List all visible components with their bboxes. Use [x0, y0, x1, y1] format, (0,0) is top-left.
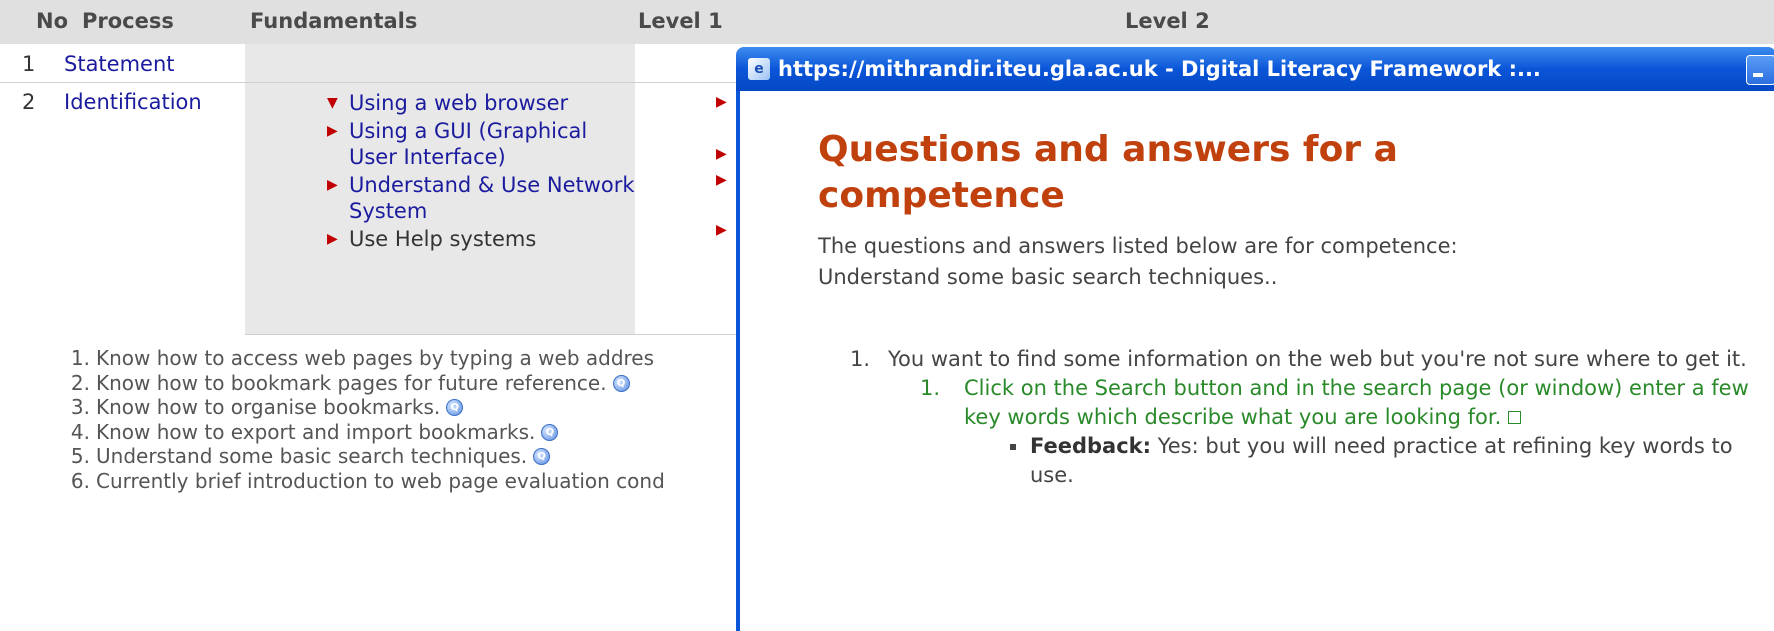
- collapsed-arrow-icon: ▶: [327, 123, 338, 139]
- question-list: 1. You want to find some information on …: [818, 345, 1768, 490]
- popup-title: https://mithrandir.iteu.gla.ac.uk - Digi…: [778, 57, 1541, 81]
- row-divider: [0, 82, 740, 83]
- question-icon[interactable]: Q: [446, 399, 464, 416]
- fundamental-item-web-browser[interactable]: ▼ Using a web browser: [325, 90, 635, 116]
- level1-arrow-icon[interactable]: ▶: [716, 222, 727, 238]
- bullet: [1010, 444, 1016, 450]
- fundamental-label: Use Help systems: [349, 227, 537, 251]
- level1-arrow-icon[interactable]: ▶: [716, 94, 727, 110]
- table-header: No Process Fundamentals Level 1 Level 2: [0, 0, 1774, 44]
- header-fundamentals: Fundamentals: [250, 9, 418, 33]
- question-item: 1. You want to find some information on …: [850, 347, 1747, 371]
- list-item: 4. Know how to export and import bookmark…: [50, 420, 750, 445]
- popup-titlebar[interactable]: e https://mithrandir.iteu.gla.ac.uk - Di…: [736, 47, 1774, 91]
- question-icon[interactable]: Q: [541, 423, 559, 441]
- list-item: 6. Currently brief introduction to web pa…: [70, 468, 665, 493]
- level1-arrow-icon[interactable]: ▶: [716, 146, 727, 162]
- fundamental-item-gui[interactable]: ▶ Using a GUI (Graphical User Interface): [325, 118, 635, 170]
- row-1-process-link[interactable]: Statement: [64, 52, 175, 76]
- header-level-1: Level 1: [638, 9, 723, 33]
- minimize-button[interactable]: [1746, 55, 1774, 85]
- row-2-process-link[interactable]: Identification: [64, 90, 202, 114]
- header-no: No: [36, 9, 69, 33]
- feedback-item: Feedback: Yes: but you will need practic…: [818, 432, 1768, 490]
- fundamental-item-help[interactable]: ▶ Use Help systems: [325, 226, 635, 252]
- competence-list: 1. Know how to access web pages by typing…: [50, 346, 750, 493]
- level1-arrow-icon[interactable]: ▶: [716, 172, 727, 188]
- fundamental-label: Using a web browser: [349, 91, 569, 115]
- popup-intro: The questions and answers listed below a…: [818, 234, 1458, 289]
- answer-item: 1. Click on the Search button and in the…: [920, 376, 1749, 429]
- collapsed-arrow-icon: ▶: [327, 177, 338, 193]
- fundamental-label: Using a GUI (Graphical User Interface): [349, 119, 588, 169]
- popup-window[interactable]: e https://mithrandir.iteu.gla.ac.uk - Di…: [736, 47, 1774, 631]
- list-item: 1. Know how to access web pages by typing…: [70, 346, 655, 370]
- header-level-2: Level 2: [1125, 9, 1210, 33]
- popup-heading: Questions and answers for a competence: [818, 129, 1398, 216]
- collapsed-arrow-icon: ▶: [327, 231, 338, 247]
- expanded-arrow-icon: ▼: [327, 95, 338, 111]
- browser-page-icon: e: [748, 58, 770, 80]
- question-icon[interactable]: Q: [612, 374, 630, 392]
- row-1-no: 1: [22, 52, 36, 76]
- feedback-label: Feedback:: [1030, 434, 1152, 458]
- question-icon[interactable]: Q: [533, 448, 551, 465]
- window-border: [736, 91, 740, 631]
- section-divider: [245, 334, 745, 335]
- list-item: 3. Know how to organise bookmarks. Q: [50, 395, 750, 420]
- fundamental-item-network[interactable]: ▶ Understand & Use Network System: [325, 172, 635, 224]
- fundamental-label: Understand & Use Network System: [349, 173, 635, 223]
- popup-content: Questions and answers for a competence T…: [818, 127, 1768, 293]
- list-item: 5. Understand some basic search technique…: [50, 444, 750, 469]
- row-2-no: 2: [22, 90, 36, 114]
- list-item: 2. Know how to bookmark pages for future …: [50, 371, 750, 396]
- fundamentals-list: ▼ Using a web browser ▶ Using a GUI (Gra…: [325, 90, 635, 254]
- answer-checkbox[interactable]: [1507, 411, 1521, 424]
- header-process: Process: [82, 9, 174, 33]
